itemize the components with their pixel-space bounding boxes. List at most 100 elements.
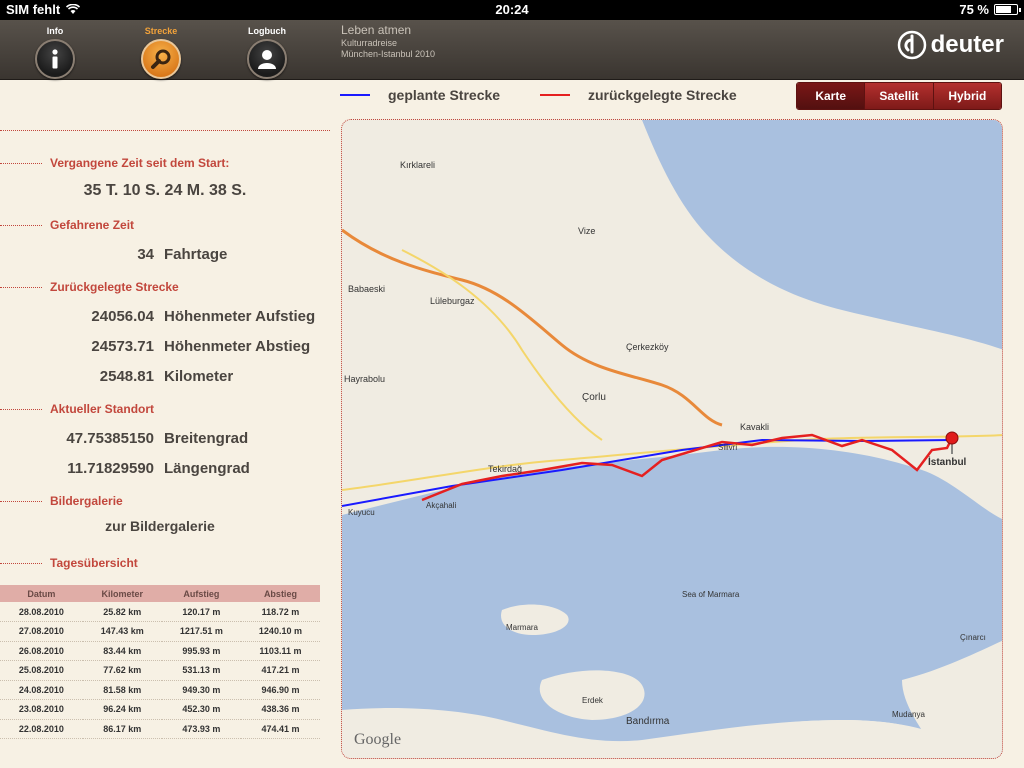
table-cell: 474.41 m	[240, 719, 320, 739]
longitude-value: 11.71829590	[67, 460, 154, 477]
elapsed-value: 35 T. 10 S. 24 M. 38 S.	[83, 182, 247, 199]
table-cell: 417.21 m	[240, 660, 320, 681]
map-type-satellit[interactable]: Satellit	[864, 83, 933, 109]
section-location: Aktueller Standort	[0, 400, 330, 420]
map-place-label: Vize	[578, 226, 595, 236]
kilometer-row: 2548.81 Kilometer	[0, 362, 330, 392]
table-cell: 118.72 m	[240, 602, 320, 622]
riding-row: 34 Fahrtage	[0, 240, 330, 270]
table-row: 25.08.2010 77.62 km 531.13 m 417.21 m	[0, 660, 320, 681]
table-body: 28.08.2010 25.82 km 120.17 m 118.72 m 27.08.…	[0, 602, 320, 739]
table-cell: 1240.10 m	[240, 621, 320, 642]
table-header-row: Datum Kilometer Aufstieg Abstieg	[0, 585, 320, 602]
stats-panel: Vergangene Zeit seit dem Start: 35 T. 10…	[0, 130, 330, 570]
column-header: Kilometer	[82, 585, 162, 602]
table-cell: 25.08.2010	[0, 660, 83, 681]
latitude-unit: Breitengrad	[164, 430, 249, 447]
daily-label: Tagesübersicht	[50, 556, 138, 570]
map-place-label: Silivri	[718, 443, 737, 452]
planned-route-swatch	[340, 94, 370, 96]
map-place-label: Erdek	[582, 696, 604, 705]
section-daily: Tagesübersicht	[0, 554, 330, 574]
table-cell: 27.08.2010	[0, 621, 83, 642]
map-place-label: Çerkezköy	[626, 342, 669, 352]
divider	[0, 225, 42, 226]
table-cell: 438.36 m	[240, 699, 320, 720]
legend-planned: geplante Strecke	[340, 87, 500, 103]
nav-logbuch[interactable]: Logbuch	[232, 20, 302, 80]
section-gallery: Bildergalerie	[0, 492, 330, 512]
daily-overview-table: Datum Kilometer Aufstieg Abstieg 28.08.2…	[0, 585, 320, 739]
table-cell: 22.08.2010	[0, 719, 83, 739]
descent-row: 24573.71 Höhenmeter Abstieg	[0, 332, 330, 362]
map-type-karte[interactable]: Karte	[797, 83, 865, 109]
deuter-logo-icon	[897, 30, 926, 60]
table-cell: 77.62 km	[82, 660, 162, 681]
table-cell: 26.08.2010	[0, 641, 83, 661]
current-location-pin[interactable]	[945, 431, 959, 454]
table-header: Datum Kilometer Aufstieg Abstieg	[0, 585, 320, 602]
latitude-value: 47.75385150	[66, 430, 154, 447]
nav-strecke-label: Strecke	[144, 26, 178, 36]
table-row: 27.08.2010 147.43 km 1217.51 m 1240.10 m	[0, 621, 320, 642]
map-place-label: Kuyucu	[348, 508, 375, 517]
divider	[0, 409, 42, 410]
legend-travelled: zurückgelegte Strecke	[540, 87, 737, 103]
table-cell: 28.08.2010	[0, 602, 83, 622]
section-riding: Gefahrene Zeit	[0, 216, 330, 236]
map-place-label: Kırklareli	[400, 160, 435, 170]
table-cell: 946.90 m	[240, 680, 320, 700]
gallery-link[interactable]: zur Bildergalerie	[0, 518, 320, 534]
map-place-label: Çorlu	[582, 392, 606, 403]
status-time: 20:24	[495, 2, 529, 17]
nav-strecke[interactable]: Strecke	[126, 20, 196, 80]
ascent-unit: Höhenmeter Aufstieg	[164, 308, 316, 325]
column-header: Datum	[0, 585, 83, 602]
nav-info[interactable]: Info	[20, 20, 90, 80]
table-row: 28.08.2010 25.82 km 120.17 m 118.72 m	[0, 602, 320, 622]
legend-travelled-label: zurückgelegte Strecke	[588, 87, 737, 103]
distance-label: Zurückgelegte Strecke	[50, 280, 179, 294]
deuter-logo: deuter	[897, 30, 1004, 60]
divider	[0, 130, 330, 131]
kilometer-unit: Kilometer	[164, 368, 234, 385]
map-place-label: Babaeski	[348, 284, 385, 294]
app-header: Info Strecke Logbuch Leben atmen Kulturr…	[0, 20, 1024, 80]
latitude-row: 47.75385150 Breitengrad	[0, 424, 330, 454]
table-cell: 83.44 km	[82, 641, 162, 661]
travelled-route-swatch	[540, 94, 570, 96]
black-sea	[642, 120, 1002, 350]
map-type-hybrid[interactable]: Hybrid	[932, 83, 1001, 109]
trip-title-block: Leben atmen Kulturradreise München-Istan…	[341, 23, 435, 59]
map-place-label: Hayrabolu	[344, 374, 385, 384]
map-canvas[interactable]: Kırklareli Babaeski Lüleburgaz Vize Çorl…	[342, 120, 1003, 759]
ascent-value: 24056.04	[91, 308, 154, 325]
map-place-label: İstanbul	[928, 455, 967, 468]
user-icon	[247, 39, 287, 79]
route-map[interactable]: Kırklareli Babaeski Lüleburgaz Vize Çorl…	[341, 119, 1003, 759]
divider	[0, 287, 42, 288]
table-cell: 23.08.2010	[0, 699, 83, 720]
table-row: 23.08.2010 96.24 km 452.30 m 438.36 m	[0, 699, 320, 720]
road-d100	[401, 249, 603, 441]
info-icon	[35, 39, 75, 79]
map-place-label: Bandırma	[626, 716, 670, 727]
divider	[0, 163, 42, 164]
table-cell: 81.58 km	[82, 680, 162, 700]
search-icon	[141, 39, 181, 79]
table-cell: 949.30 m	[161, 680, 241, 700]
battery-fill	[996, 6, 1011, 13]
table-cell: 1217.51 m	[161, 621, 241, 642]
table-cell: 1103.11 m	[240, 641, 320, 661]
map-place-label: Akçahali	[426, 501, 456, 510]
table-row: 22.08.2010 86.17 km 473.93 m 474.41 m	[0, 719, 320, 739]
map-place-label: Çınarcı	[960, 633, 986, 642]
table-cell: 25.82 km	[82, 602, 162, 622]
map-place-label: Kavakli	[740, 422, 769, 432]
ascent-row: 24056.04 Höhenmeter Aufstieg	[0, 302, 330, 332]
trip-subtitle: Kulturradreise	[341, 38, 398, 48]
table-cell: 24.08.2010	[0, 680, 83, 700]
table-cell: 452.30 m	[161, 699, 241, 720]
divider	[0, 563, 42, 564]
battery-icon	[994, 4, 1021, 15]
